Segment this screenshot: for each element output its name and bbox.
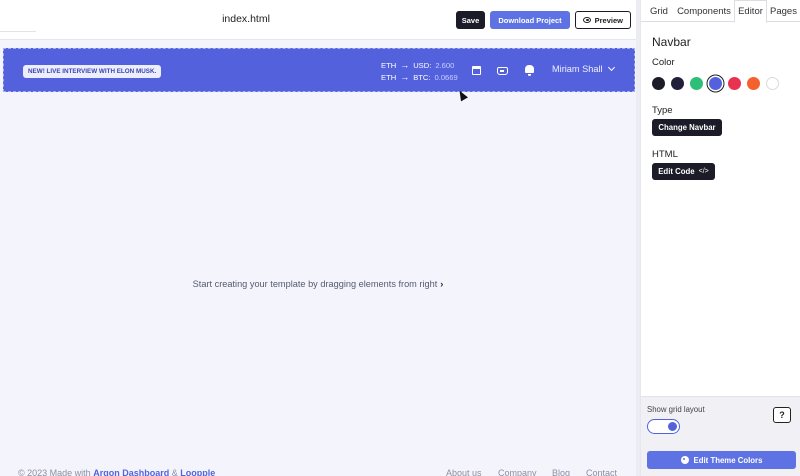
save-button[interactable]: Save bbox=[456, 11, 485, 29]
rate-value: 0.0669 bbox=[434, 72, 458, 82]
rate-row: ETH → USD: 2.600 bbox=[381, 60, 458, 72]
change-navbar-button[interactable]: Change Navbar bbox=[652, 119, 722, 136]
footer-amp: & bbox=[171, 468, 178, 476]
preview-label: Preview bbox=[594, 15, 623, 25]
hint-text: Start creating your template by dragging… bbox=[192, 279, 438, 289]
footer-link-argon[interactable]: Argon Dashboard bbox=[93, 468, 169, 476]
help-button[interactable]: ? bbox=[773, 407, 791, 423]
color-swatch[interactable] bbox=[652, 77, 665, 90]
panel-footer: Show grid layout ? Edit Theme Colors bbox=[641, 396, 800, 476]
toolbar-divider bbox=[0, 31, 36, 32]
footer-copyright: © 2023 Made with Argon Dashboard & Loopp… bbox=[18, 468, 215, 476]
rate-to: BTC: bbox=[413, 72, 431, 82]
color-swatch[interactable] bbox=[728, 77, 741, 90]
show-grid-toggle[interactable] bbox=[647, 419, 680, 434]
code-icon: </> bbox=[698, 168, 709, 175]
top-toolbar: index.html Save Download Project Preview bbox=[0, 0, 640, 40]
color-swatch[interactable] bbox=[690, 77, 703, 90]
color-label: Color bbox=[652, 57, 675, 68]
exchange-rates: ETH → USD: 2.600 ETH → BTC: 0.0669 bbox=[381, 60, 458, 83]
color-swatch[interactable] bbox=[766, 77, 779, 90]
footer-link-about[interactable]: About us bbox=[446, 468, 482, 476]
edit-code-label: Edit Code bbox=[658, 167, 695, 176]
tab-grid[interactable]: Grid bbox=[644, 0, 674, 22]
footer-link-blog[interactable]: Blog bbox=[552, 468, 570, 476]
panel-title: Navbar bbox=[652, 35, 691, 49]
type-label: Type bbox=[652, 105, 673, 116]
show-grid-label: Show grid layout bbox=[647, 405, 705, 414]
rate-value: 2.600 bbox=[435, 61, 455, 70]
user-menu[interactable]: Miriam Shall bbox=[552, 64, 603, 74]
tab-components[interactable]: Components bbox=[674, 0, 734, 22]
arrow-right-icon: → bbox=[400, 71, 410, 82]
bell-icon[interactable] bbox=[525, 65, 534, 76]
tab-pages[interactable]: Pages bbox=[767, 0, 800, 22]
rate-to: USD: bbox=[413, 61, 432, 70]
panel-tabs: Grid Components Editor Pages bbox=[641, 0, 800, 23]
editor-panel: Grid Components Editor Pages Navbar Colo… bbox=[640, 0, 800, 476]
preview-button[interactable]: Preview bbox=[575, 11, 631, 29]
rate-from: ETH bbox=[381, 61, 397, 70]
chevron-down-icon[interactable] bbox=[607, 63, 616, 72]
footer-link-company[interactable]: Company bbox=[498, 468, 537, 476]
edit-code-button[interactable]: Edit Code </> bbox=[652, 163, 715, 180]
color-swatch[interactable] bbox=[709, 77, 722, 90]
inbox-icon[interactable] bbox=[497, 67, 508, 75]
download-project-button[interactable]: Download Project bbox=[490, 11, 570, 29]
rate-row: ETH → BTC: 0.0669 bbox=[381, 72, 458, 84]
empty-canvas-hint: Start creating your template by dragging… bbox=[0, 279, 636, 289]
html-label: HTML bbox=[652, 149, 678, 160]
palette-icon bbox=[680, 456, 689, 464]
rate-from: ETH bbox=[381, 72, 397, 82]
document-title: index.html bbox=[222, 13, 270, 25]
color-swatch[interactable] bbox=[747, 77, 760, 90]
footer-preview: © 2023 Made with Argon Dashboard & Loopp… bbox=[0, 468, 636, 476]
color-swatch[interactable] bbox=[671, 77, 684, 90]
footer-link-contact[interactable]: Contact bbox=[586, 468, 617, 476]
edit-theme-colors-button[interactable]: Edit Theme Colors bbox=[647, 451, 796, 469]
tab-editor[interactable]: Editor bbox=[734, 0, 767, 23]
announcement-badge[interactable]: NEW! LIVE INTERVIEW WITH ELON MUSK. bbox=[23, 65, 162, 78]
calendar-icon[interactable] bbox=[472, 66, 481, 75]
copyright-text: © 2023 Made with bbox=[18, 468, 91, 476]
navbar-preview[interactable]: NEW! LIVE INTERVIEW WITH ELON MUSK. ETH … bbox=[3, 48, 635, 92]
footer-link-loopple[interactable]: Loopple bbox=[180, 468, 215, 476]
chevron-right-icon: › bbox=[440, 279, 444, 289]
arrow-right-icon: → bbox=[400, 60, 410, 70]
eye-icon bbox=[583, 17, 591, 23]
builder-canvas[interactable]: NEW! LIVE INTERVIEW WITH ELON MUSK. ETH … bbox=[0, 40, 636, 476]
toggle-knob bbox=[668, 422, 677, 431]
edit-theme-label: Edit Theme Colors bbox=[693, 455, 763, 465]
